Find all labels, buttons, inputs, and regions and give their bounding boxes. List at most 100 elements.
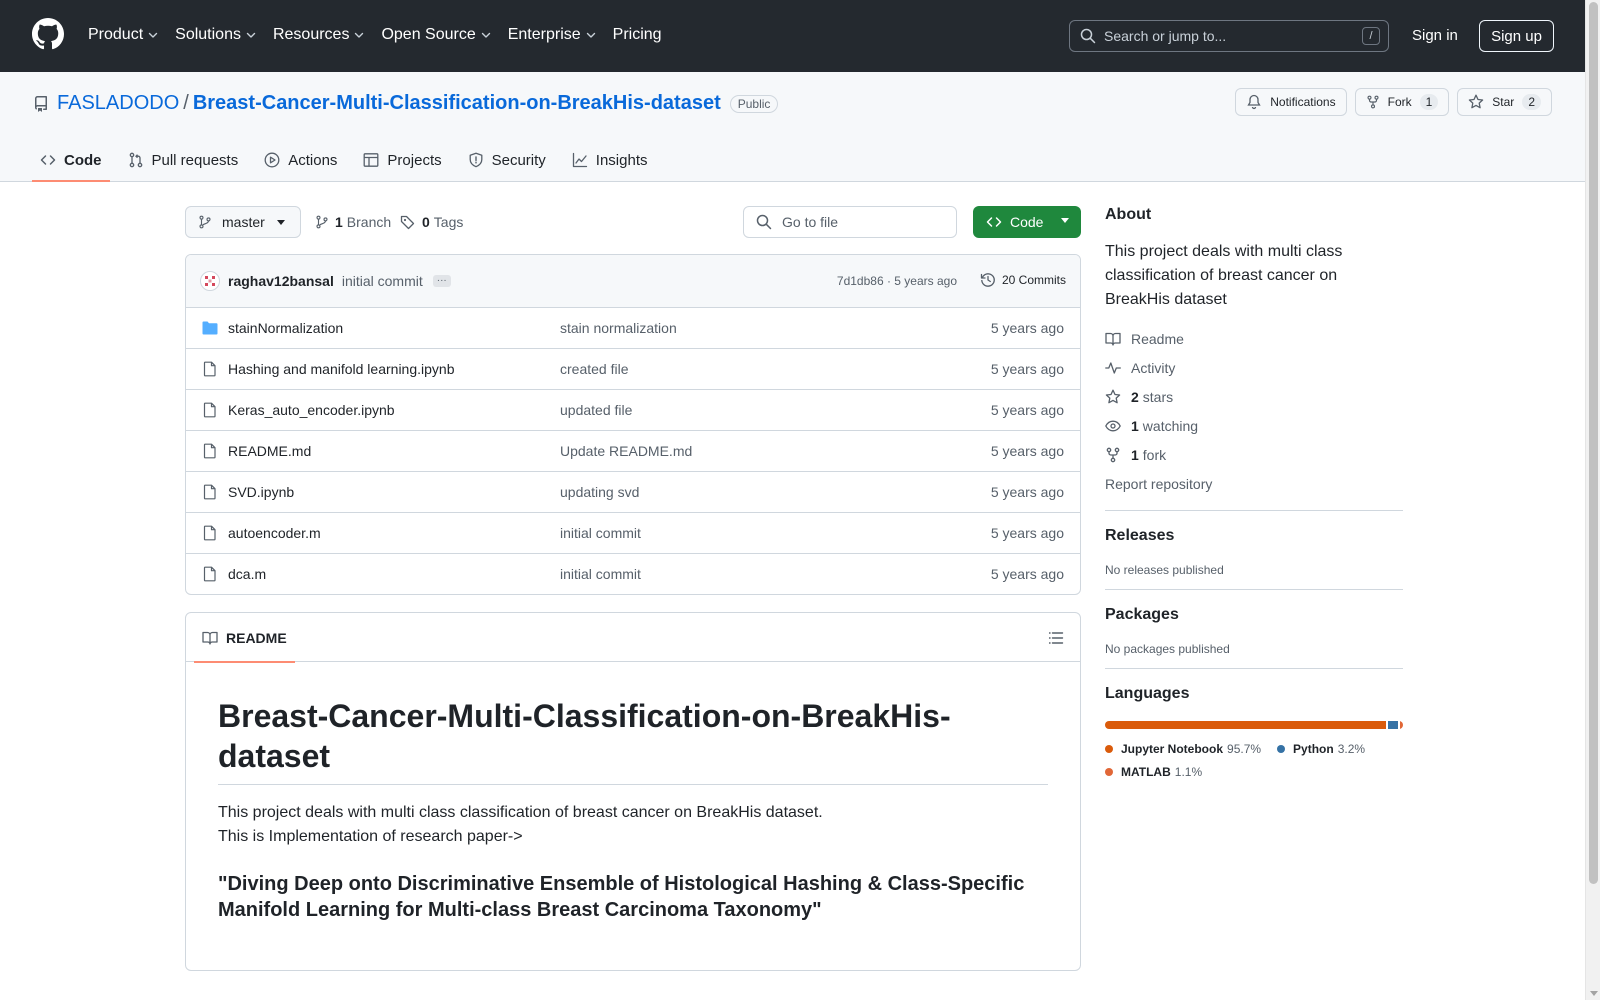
star-button[interactable]: Star 2	[1457, 88, 1552, 116]
readme-tab[interactable]: README	[194, 613, 295, 663]
branch-select-button[interactable]: master	[185, 206, 301, 238]
tab-code[interactable]: Code	[32, 138, 110, 182]
tags-link[interactable]: 0 Tags	[400, 214, 463, 230]
language-bar-segment[interactable]	[1105, 721, 1387, 729]
commits-history-link[interactable]: 20 Commits	[980, 272, 1066, 288]
global-search-input[interactable]: Search or jump to... /	[1069, 20, 1389, 52]
book-icon	[1105, 332, 1121, 346]
readme-link[interactable]: Readme	[1105, 324, 1403, 353]
page-scrollbar[interactable]	[1585, 0, 1600, 1000]
chevron-down-icon	[355, 32, 364, 38]
tab-label: Security	[491, 151, 546, 169]
file-name-link[interactable]: Keras_auto_encoder.ipynb	[228, 402, 395, 418]
tag-icon	[400, 215, 415, 230]
about-description: This project deals with multi class clas…	[1105, 243, 1343, 308]
commit-message-link[interactable]: initial commit	[342, 273, 423, 289]
scroll-down-arrow-icon[interactable]	[1590, 991, 1598, 996]
stars-link[interactable]: 2 stars	[1105, 382, 1403, 411]
releases-heading[interactable]: Releases	[1105, 527, 1403, 545]
releases-empty-text: No releases published	[1105, 563, 1224, 577]
file-commit-message-link[interactable]: initial commit	[560, 525, 641, 541]
avatar[interactable]	[200, 271, 220, 291]
commit-hash-time[interactable]: 7d1db86 · 5 years ago	[837, 274, 957, 288]
tab-pull-requests[interactable]: Pull requests	[120, 138, 247, 182]
caret-down-icon	[1061, 218, 1069, 223]
fork-button[interactable]: Fork 1	[1354, 88, 1450, 116]
repo-owner-link[interactable]: FASLADODO	[57, 92, 179, 115]
file-commit-message-link[interactable]: updating svd	[560, 484, 639, 500]
notifications-button[interactable]: Notifications	[1235, 88, 1347, 116]
language-bar-segment[interactable]	[1388, 721, 1398, 729]
top-nav-item[interactable]: Pricing	[613, 24, 662, 46]
file-commit-date: 5 years ago	[990, 525, 1064, 541]
file-name-link[interactable]: autoencoder.m	[228, 525, 321, 541]
file-commit-message-link[interactable]: initial commit	[560, 566, 641, 582]
file-commit-message-link[interactable]: updated file	[560, 402, 632, 418]
language-bar-segment[interactable]	[1399, 721, 1403, 729]
report-repository-link[interactable]: Report repository	[1105, 469, 1403, 498]
language-item[interactable]: MATLAB 1.1%	[1105, 760, 1202, 783]
github-logo-icon[interactable]	[32, 18, 64, 50]
tab-security[interactable]: Security	[460, 138, 554, 182]
language-name: Python	[1293, 741, 1334, 756]
top-nav-item[interactable]: Enterprise	[508, 24, 597, 46]
repo-name-link[interactable]: Breast-Cancer-Multi-Classification-on-Br…	[193, 92, 721, 115]
tab-insights[interactable]: Insights	[564, 138, 656, 182]
file-name-link[interactable]: SVD.ipynb	[228, 484, 294, 500]
file-row: SVD.ipynb updating svd 5 years ago	[186, 472, 1080, 513]
about-heading: About	[1105, 206, 1152, 223]
divider	[1105, 668, 1403, 669]
file-name-link[interactable]: stainNormalization	[228, 320, 343, 336]
sign-in-link[interactable]: Sign in	[1412, 27, 1458, 44]
sign-up-button[interactable]: Sign up	[1479, 20, 1554, 52]
tab-projects[interactable]: Projects	[355, 138, 449, 182]
file-name-link[interactable]: Hashing and manifold learning.ipynb	[228, 361, 454, 377]
top-nav-item[interactable]: Product	[88, 24, 159, 46]
top-nav-label: Open Source	[381, 26, 476, 43]
watching-count: 1	[1131, 417, 1139, 434]
star-count: 2	[1522, 94, 1541, 110]
watchers-link[interactable]: 1 watching	[1105, 411, 1403, 440]
commit-expand-button[interactable]: ···	[432, 275, 451, 287]
divider	[1105, 510, 1403, 511]
file-commit-message-link[interactable]: stain normalization	[560, 320, 677, 336]
file-name-link[interactable]: dca.m	[228, 566, 266, 582]
eye-icon	[1105, 420, 1121, 431]
language-name: Jupyter Notebook	[1121, 741, 1224, 756]
repo-sidebar: About This project deals with multi clas…	[1105, 206, 1403, 783]
readme-title: Breast-Cancer-Multi-Classification-on-Br…	[218, 696, 1048, 785]
top-nav-item[interactable]: Resources	[273, 24, 365, 46]
file-icon	[203, 361, 216, 377]
scrollbar-thumb[interactable]	[1589, 2, 1598, 884]
readme-paper-title: "Diving Deep onto Discriminative Ensembl…	[218, 873, 1025, 921]
branches-link[interactable]: 1 Branch	[315, 214, 391, 230]
file-commit-date: 5 years ago	[990, 402, 1064, 418]
repo-actions: Notifications Fork 1 Star 2	[1235, 88, 1552, 116]
branch-icon	[316, 215, 328, 229]
forks-label: fork	[1142, 446, 1167, 463]
divider	[1105, 589, 1403, 590]
readme-line: This is Implementation of research paper…	[218, 828, 523, 845]
pulse-icon	[1105, 361, 1121, 374]
activity-link-label: Activity	[1131, 359, 1176, 376]
file-name-link[interactable]: README.md	[228, 443, 311, 459]
packages-heading[interactable]: Packages	[1105, 606, 1403, 624]
file-commit-message-link[interactable]: Update README.md	[560, 443, 692, 459]
top-nav-item[interactable]: Open Source	[381, 24, 491, 46]
top-nav-label: Pricing	[612, 26, 662, 43]
folder-icon	[202, 321, 218, 335]
code-dropdown-button[interactable]: Code	[973, 206, 1081, 238]
activity-link[interactable]: Activity	[1105, 353, 1403, 382]
language-item[interactable]: Python 3.2%	[1277, 737, 1365, 760]
language-percent: 1.1%	[1174, 764, 1203, 779]
file-commit-message-link[interactable]: created file	[560, 361, 628, 377]
language-item[interactable]: Jupyter Notebook 95.7%	[1105, 737, 1261, 760]
tab-actions[interactable]: Actions	[256, 138, 345, 182]
fork-icon	[1367, 95, 1379, 109]
list-outline-icon[interactable]	[1048, 630, 1064, 646]
forks-link[interactable]: 1 fork	[1105, 440, 1403, 469]
commit-author-link[interactable]: raghav12bansal	[228, 273, 334, 289]
go-to-file-input[interactable]: Go to file	[743, 206, 957, 238]
top-nav-item[interactable]: Solutions	[175, 24, 257, 46]
play-icon	[264, 152, 280, 168]
